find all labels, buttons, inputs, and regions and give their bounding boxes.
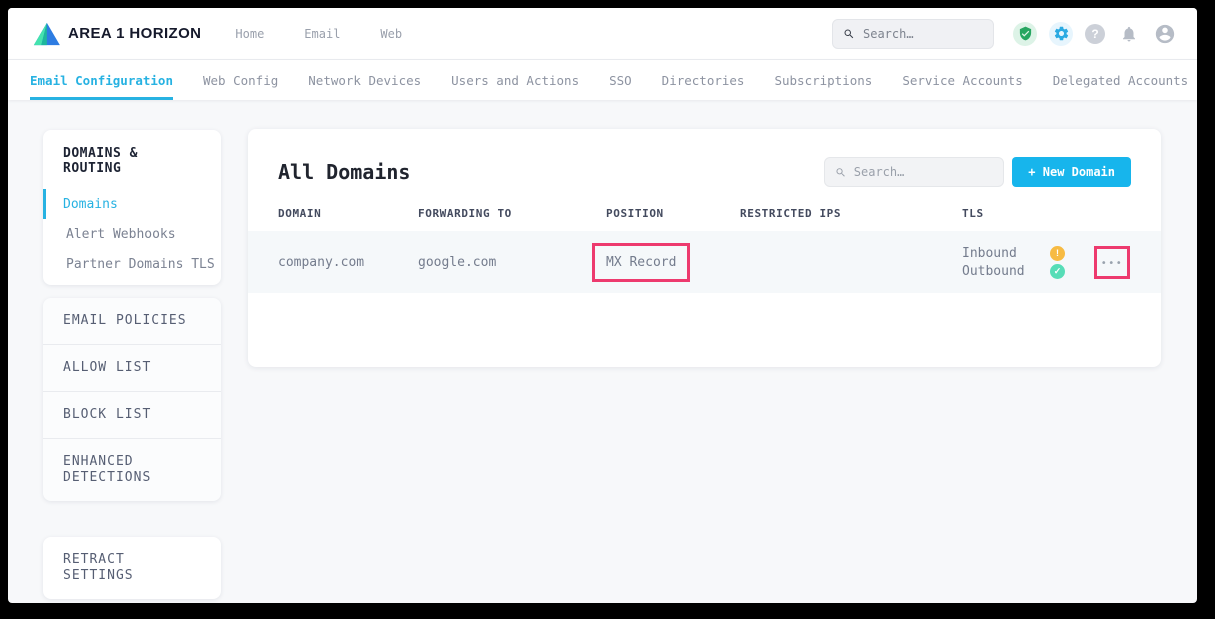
area1-logo[interactable]: AREA 1 HORIZON <box>30 21 201 47</box>
tab-service-accounts[interactable]: Service Accounts <box>902 60 1022 100</box>
retract-settings-card: RETRACT SETTINGS <box>43 537 221 599</box>
col-header-forwarding-to: FORWARDING TO <box>418 207 606 220</box>
sidebar-item-allow-list[interactable]: ALLOW LIST <box>43 345 221 392</box>
tab-sso[interactable]: SSO <box>609 60 632 100</box>
search-icon <box>835 166 846 179</box>
tab-subscriptions[interactable]: Subscriptions <box>774 60 872 100</box>
topnav-home[interactable]: Home <box>235 27 264 41</box>
tab-network-devices[interactable]: Network Devices <box>308 60 421 100</box>
sidebar-item-alert-webhooks[interactable]: Alert Webhooks <box>43 219 221 249</box>
user-icon[interactable] <box>1153 22 1177 46</box>
tab-users-and-actions[interactable]: Users and Actions <box>451 60 579 100</box>
domains-search[interactable] <box>824 157 1004 187</box>
bell-icon[interactable] <box>1117 22 1141 46</box>
top-nav: Home Email Web <box>235 27 402 41</box>
area1-logo-icon <box>30 21 60 47</box>
tab-email-configuration[interactable]: Email Configuration <box>30 60 173 100</box>
cell-position: MX Record <box>606 243 740 282</box>
brand-text: AREA 1 HORIZON <box>68 25 201 42</box>
col-header-restricted-ips: RESTRICTED IPS <box>740 207 962 220</box>
all-domains-panel: All Domains + New Domain DOMAIN FORWARDI… <box>248 129 1161 367</box>
panel-controls: + New Domain <box>824 157 1131 187</box>
shield-check-icon[interactable] <box>1013 22 1037 46</box>
topbar-icons: ? <box>1013 22 1177 46</box>
global-search-input[interactable] <box>863 27 983 41</box>
main-content: DOMAINS & ROUTING Domains Alert Webhooks… <box>8 100 1197 603</box>
cell-forwarding-to: google.com <box>418 255 606 270</box>
sidebar-item-block-list[interactable]: BLOCK LIST <box>43 392 221 439</box>
highlight-box-actions <box>1094 246 1130 279</box>
tab-web-config[interactable]: Web Config <box>203 60 278 100</box>
table-header-row: DOMAIN FORWARDING TO POSITION RESTRICTED… <box>248 207 1161 231</box>
table-row[interactable]: company.com google.com MX Record Inbound… <box>248 231 1161 293</box>
global-search[interactable] <box>832 19 994 49</box>
panel-header: All Domains + New Domain <box>248 129 1161 187</box>
sidebar-item-domains[interactable]: Domains <box>43 189 221 219</box>
new-domain-button[interactable]: + New Domain <box>1012 157 1131 187</box>
col-header-tls: TLS <box>962 207 1094 220</box>
cell-domain: company.com <box>278 255 418 270</box>
cell-actions <box>1094 246 1161 279</box>
policies-card: EMAIL POLICIES ALLOW LIST BLOCK LIST ENH… <box>43 298 221 501</box>
topnav-web[interactable]: Web <box>380 27 402 41</box>
domains-routing-title: DOMAINS & ROUTING <box>43 146 221 176</box>
gear-icon[interactable] <box>1049 22 1073 46</box>
tls-outbound: Outbound ✓ <box>962 264 1094 279</box>
tab-delegated-accounts[interactable]: Delegated Accounts <box>1053 60 1188 100</box>
help-icon[interactable]: ? <box>1085 24 1105 44</box>
sidebar-item-partner-domains-tls[interactable]: Partner Domains TLS <box>43 249 221 279</box>
tls-inbound-label: Inbound <box>962 246 1050 261</box>
config-tabbar: Email Configuration Web Config Network D… <box>8 60 1197 100</box>
search-icon <box>843 27 855 41</box>
col-header-domain: DOMAIN <box>278 207 418 220</box>
highlight-box-position: MX Record <box>592 243 690 282</box>
tls-outbound-label: Outbound <box>962 264 1050 279</box>
kebab-menu-icon[interactable] <box>1101 255 1124 270</box>
tls-inbound: Inbound ! <box>962 246 1094 261</box>
sidebar-item-email-policies[interactable]: EMAIL POLICIES <box>43 298 221 345</box>
check-icon: ✓ <box>1050 264 1065 279</box>
cell-tls: Inbound ! Outbound ✓ <box>962 246 1094 279</box>
topnav-email[interactable]: Email <box>304 27 340 41</box>
domains-routing-card: DOMAINS & ROUTING Domains Alert Webhooks… <box>43 130 221 285</box>
page-title: All Domains <box>278 160 410 184</box>
col-header-position: POSITION <box>606 207 740 220</box>
position-value: MX Record <box>606 255 676 270</box>
tab-directories[interactable]: Directories <box>662 60 745 100</box>
sidebar-item-retract-settings[interactable]: RETRACT SETTINGS <box>43 537 221 599</box>
app-window: AREA 1 HORIZON Home Email Web ? <box>8 8 1197 603</box>
sidebar-item-enhanced-detections[interactable]: ENHANCED DETECTIONS <box>43 439 221 501</box>
topbar: AREA 1 HORIZON Home Email Web ? <box>8 8 1197 60</box>
warning-icon: ! <box>1050 246 1065 261</box>
domains-search-input[interactable] <box>854 165 994 179</box>
